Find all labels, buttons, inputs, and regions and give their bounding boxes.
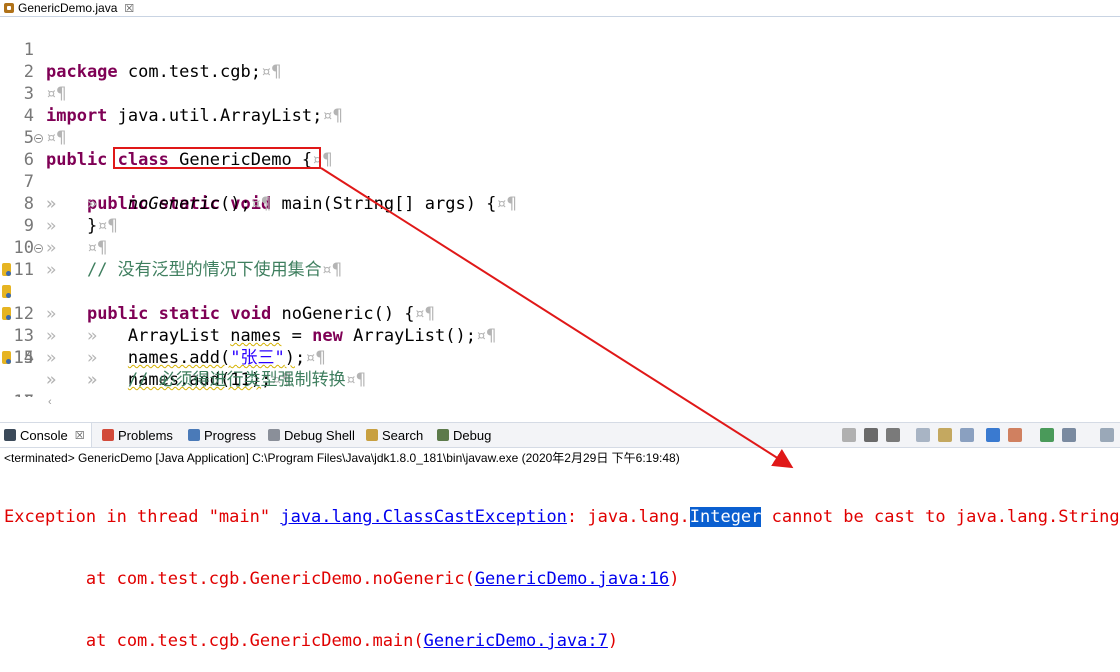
code-line-2: 2 ¤¶ — [0, 39, 1120, 104]
console-icon — [4, 429, 16, 441]
source-link[interactable]: GenericDemo.java:16 — [475, 569, 669, 589]
display-console-icon[interactable] — [1008, 428, 1022, 442]
selected-text: Integer — [689, 507, 762, 527]
console-status: <terminated> GenericDemo [Java Applicati… — [4, 451, 680, 465]
code-line-12: 12 » » ArrayList names = new ArrayList()… — [0, 259, 1120, 346]
tab-problems[interactable]: Problems — [102, 423, 173, 447]
scroll-lock-icon[interactable] — [916, 428, 930, 442]
console-trace-line: at com.test.cgb.GenericDemo.noGeneric(Ge… — [4, 568, 1120, 590]
tab-console[interactable]: Console ☒ — [0, 423, 92, 447]
tab-progress[interactable]: Progress — [188, 423, 256, 447]
close-icon[interactable]: ☒ — [75, 429, 85, 442]
trace-text: ) — [607, 631, 619, 651]
warning-marker-icon[interactable] — [2, 285, 11, 298]
error-text: Exception in thread "main" — [4, 507, 281, 527]
problems-icon — [102, 429, 114, 441]
tab-label: Progress — [204, 427, 257, 443]
close-icon[interactable]: ☒ — [124, 2, 134, 15]
code-line-17: 17 » }¤¶ — [0, 369, 1120, 397]
error-text: : java.lang. — [566, 507, 690, 527]
code-line-4: 4 ¤¶ — [0, 83, 1120, 148]
console-output[interactable]: Exception in thread "main" java.lang.Cla… — [4, 466, 1120, 672]
warning-marker-icon[interactable] — [2, 307, 11, 320]
warning-marker-icon[interactable] — [2, 351, 11, 364]
code-line-9: 9 » ¤¶ — [0, 193, 1120, 258]
code-line-13: 13 » » names.add("张三");¤¶ — [0, 281, 1120, 368]
tab-label: Debug — [453, 427, 492, 443]
maximize-icon[interactable] — [1100, 428, 1114, 442]
search-icon — [366, 429, 378, 441]
progress-icon — [188, 429, 200, 441]
highlight-box — [113, 147, 321, 169]
word-wrap-icon[interactable] — [938, 428, 952, 442]
tab-label: Debug Shell — [284, 427, 355, 443]
code-line-3: 3 import java.util.ArrayList;¤¶ — [0, 61, 1120, 126]
bug-icon — [437, 429, 449, 441]
tab-search[interactable]: Search — [366, 423, 423, 447]
tab-label: Problems — [118, 427, 173, 443]
scroll-left-icon[interactable]: ‹ — [48, 396, 52, 408]
code-line-6: 6 » public static void main(String[] arg… — [0, 127, 1120, 214]
tab-debug[interactable]: Debug — [437, 423, 491, 447]
editor-tab-label: GenericDemo.java — [18, 1, 118, 15]
trace-text: ) — [669, 569, 680, 589]
exception-link[interactable]: java.lang.ClassCastException — [280, 507, 567, 527]
fold-toggle-icon[interactable] — [34, 244, 43, 253]
show-on-output-icon[interactable] — [960, 428, 974, 442]
code-line-15: 15 » » // 必须得进行类型强制转换¤¶ — [0, 325, 1120, 390]
error-text: cannot be cast to java.lang.String — [761, 507, 1120, 527]
code-line-5: 5 public class GenericDemo {¤¶ — [0, 105, 1120, 170]
code-line-14: 14 » » names.add(11);¤¶ — [0, 303, 1120, 390]
code-line-10: 10 » // 没有泛型的情况下使用集合¤¶ — [0, 215, 1120, 280]
code-line-16: 16 » » String newName = (String) names.g… — [0, 347, 1120, 397]
trace-text: at com.test.cgb.GenericDemo.noGeneric( — [4, 569, 475, 589]
tab-debug-shell[interactable]: Debug Shell — [268, 423, 355, 447]
editor-tab-genericdemo[interactable]: GenericDemo.java ☒ — [0, 0, 140, 16]
pin-console-icon[interactable] — [986, 428, 1000, 442]
trace-text: at com.test.cgb.GenericDemo.main( — [4, 631, 424, 651]
remove-launch-icon[interactable] — [864, 428, 878, 442]
java-file-icon — [4, 3, 14, 13]
fold-toggle-icon[interactable] — [34, 134, 43, 143]
code-line-8: 8 » }¤¶ — [0, 171, 1120, 236]
source-link[interactable]: GenericDemo.java:7 — [424, 631, 608, 651]
bottom-panel-tabs: Console ☒ Problems Progress Debug Shell … — [0, 422, 1120, 448]
console-trace-line: at com.test.cgb.GenericDemo.main(Generic… — [4, 630, 1120, 652]
console-error-line: Exception in thread "main" java.lang.Cla… — [4, 506, 1120, 528]
warning-marker-icon[interactable] — [2, 263, 11, 276]
remove-all-icon[interactable] — [886, 428, 900, 442]
code-line-1: 1 package com.test.cgb;¤¶ — [0, 17, 1120, 82]
code-editor[interactable]: 1 package com.test.cgb;¤¶ 2 ¤¶ 3 import … — [0, 17, 1120, 397]
tab-label: Console — [20, 427, 68, 443]
tab-label: Search — [382, 427, 424, 443]
editor-tab-bar: GenericDemo.java ☒ — [0, 0, 1120, 17]
debug-shell-icon — [268, 429, 280, 441]
terminate-icon[interactable] — [842, 428, 856, 442]
line-number: 17 — [10, 391, 34, 397]
view-menu-icon[interactable] — [1062, 428, 1076, 442]
open-console-icon[interactable] — [1040, 428, 1054, 442]
code-line-11: 11 » public static void noGeneric() {¤¶ — [0, 237, 1120, 324]
